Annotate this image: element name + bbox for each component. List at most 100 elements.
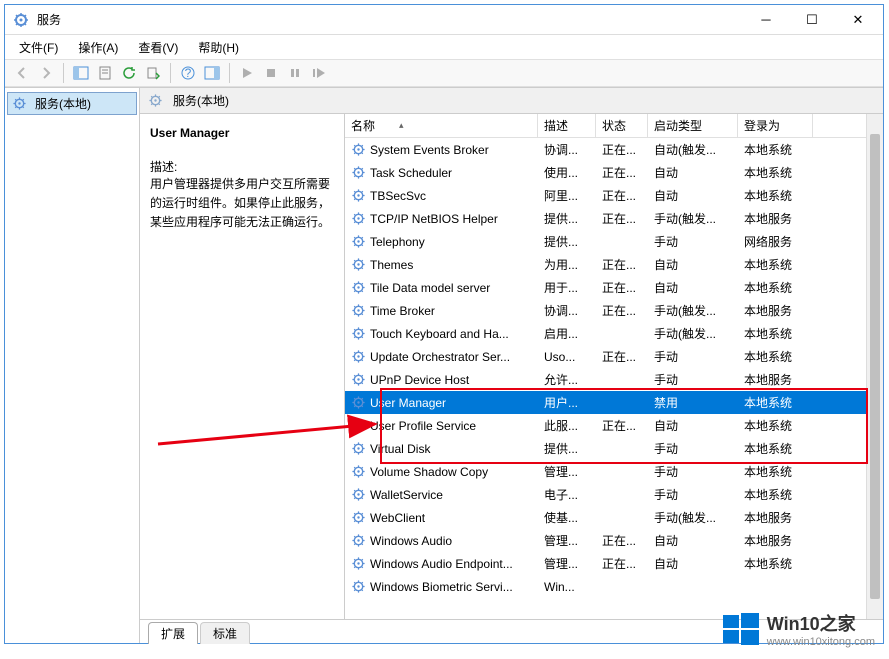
- gear-icon: [351, 234, 366, 249]
- gear-icon: [351, 487, 366, 502]
- cell-desc: 阿里...: [538, 187, 596, 204]
- help-button[interactable]: ?: [177, 62, 199, 84]
- gear-icon: [351, 510, 366, 525]
- cell-start: 手动(触发...: [648, 325, 738, 342]
- right-header: 服务(本地): [140, 88, 883, 114]
- cell-logon: 本地系统: [738, 141, 813, 158]
- back-button[interactable]: [11, 62, 33, 84]
- tab-standard[interactable]: 标准: [200, 622, 250, 644]
- cell-logon: 本地服务: [738, 210, 813, 227]
- cell-start: 手动: [648, 440, 738, 457]
- service-row[interactable]: Task Scheduler使用...正在...自动本地系统: [345, 161, 866, 184]
- win10-logo-icon: [721, 609, 761, 649]
- action-pane-button[interactable]: [201, 62, 223, 84]
- tree-root-label: 服务(本地): [35, 95, 91, 112]
- gear-icon: [351, 395, 366, 410]
- service-row[interactable]: Virtual Disk提供...手动本地系统: [345, 437, 866, 460]
- menubar: 文件(F) 操作(A) 查看(V) 帮助(H): [5, 35, 883, 59]
- col-header-start[interactable]: 启动类型: [648, 114, 738, 137]
- service-row[interactable]: User Profile Service此服...正在...自动本地系统: [345, 414, 866, 437]
- export-button[interactable]: [142, 62, 164, 84]
- service-row[interactable]: Time Broker协调...正在...手动(触发...本地服务: [345, 299, 866, 322]
- maximize-button[interactable]: ☐: [789, 5, 835, 35]
- cell-desc: 管理...: [538, 532, 596, 549]
- cell-desc: 用于...: [538, 279, 596, 296]
- tab-extended[interactable]: 扩展: [148, 622, 198, 644]
- menu-action[interactable]: 操作(A): [70, 37, 126, 58]
- gear-icon: [351, 418, 366, 433]
- col-header-logon[interactable]: 登录为: [738, 114, 813, 137]
- cell-name: Touch Keyboard and Ha...: [345, 326, 538, 341]
- cell-start: 自动: [648, 279, 738, 296]
- service-row[interactable]: Touch Keyboard and Ha...启用...手动(触发...本地系…: [345, 322, 866, 345]
- service-row[interactable]: TCP/IP NetBIOS Helper提供...正在...手动(触发...本…: [345, 207, 866, 230]
- menu-file[interactable]: 文件(F): [11, 37, 66, 58]
- show-hide-tree-button[interactable]: [70, 62, 92, 84]
- list-body[interactable]: System Events Broker协调...正在...自动(触发...本地…: [345, 138, 866, 619]
- service-row[interactable]: UPnP Device Host允许...手动本地服务: [345, 368, 866, 391]
- tree-root-item[interactable]: 服务(本地): [7, 92, 137, 115]
- service-row[interactable]: Telephony提供...手动网络服务: [345, 230, 866, 253]
- cell-desc: 协调...: [538, 141, 596, 158]
- cell-name: Update Orchestrator Ser...: [345, 349, 538, 364]
- stop-service-button[interactable]: [260, 62, 282, 84]
- col-header-desc[interactable]: 描述: [538, 114, 596, 137]
- service-row[interactable]: WalletService电子...手动本地系统: [345, 483, 866, 506]
- close-button[interactable]: ✕: [835, 5, 881, 35]
- gear-icon: [351, 556, 366, 571]
- service-row[interactable]: Windows Biometric Servi...Win...: [345, 575, 866, 598]
- pause-service-button[interactable]: [284, 62, 306, 84]
- cell-desc: 允许...: [538, 371, 596, 388]
- cell-logon: 本地服务: [738, 509, 813, 526]
- cell-desc: 提供...: [538, 233, 596, 250]
- svg-text:?: ?: [185, 66, 192, 80]
- cell-start: 手动(触发...: [648, 302, 738, 319]
- vertical-scrollbar[interactable]: [866, 114, 883, 619]
- restart-service-button[interactable]: [308, 62, 330, 84]
- service-row[interactable]: System Events Broker协调...正在...自动(触发...本地…: [345, 138, 866, 161]
- service-row[interactable]: TBSecSvc阿里...正在...自动本地系统: [345, 184, 866, 207]
- properties-button[interactable]: [94, 62, 116, 84]
- cell-logon: 本地服务: [738, 302, 813, 319]
- cell-start: 手动: [648, 371, 738, 388]
- cell-name: Volume Shadow Copy: [345, 464, 538, 479]
- col-header-name[interactable]: 名称▴: [345, 114, 538, 137]
- start-service-button[interactable]: [236, 62, 258, 84]
- list-header: 名称▴ 描述 状态 启动类型 登录为: [345, 114, 866, 138]
- cell-status: 正在...: [596, 187, 648, 204]
- cell-logon: 本地系统: [738, 348, 813, 365]
- detail-desc-label: 描述:: [150, 158, 334, 175]
- cell-desc: 使用...: [538, 164, 596, 181]
- service-row[interactable]: User Manager用户...禁用本地系统: [345, 391, 866, 414]
- col-header-status[interactable]: 状态: [596, 114, 648, 137]
- cell-desc: 电子...: [538, 486, 596, 503]
- refresh-button[interactable]: [118, 62, 140, 84]
- service-row[interactable]: Update Orchestrator Ser...Uso...正在...手动本…: [345, 345, 866, 368]
- cell-desc: 此服...: [538, 417, 596, 434]
- cell-desc: 用户...: [538, 394, 596, 411]
- forward-button[interactable]: [35, 62, 57, 84]
- cell-name: Windows Biometric Servi...: [345, 579, 538, 594]
- service-row[interactable]: Windows Audio管理...正在...自动本地服务: [345, 529, 866, 552]
- gear-icon: [351, 464, 366, 479]
- detail-pane: User Manager 描述: 用户管理器提供多用户交互所需要的运行时组件。如…: [140, 114, 345, 619]
- service-row[interactable]: Themes为用...正在...自动本地系统: [345, 253, 866, 276]
- service-row[interactable]: Windows Audio Endpoint...管理...正在...自动本地系…: [345, 552, 866, 575]
- cell-name: User Manager: [345, 395, 538, 410]
- service-row[interactable]: Tile Data model server用于...正在...自动本地系统: [345, 276, 866, 299]
- right-pane: 服务(本地) User Manager 描述: 用户管理器提供多用户交互所需要的…: [140, 88, 883, 643]
- watermark: Win10之家 www.win10xitong.com: [721, 609, 875, 649]
- cell-logon: 本地系统: [738, 463, 813, 480]
- gear-icon: [351, 257, 366, 272]
- gear-icon: [351, 533, 366, 548]
- menu-help[interactable]: 帮助(H): [190, 37, 247, 58]
- window-controls: ─ ☐ ✕: [743, 5, 881, 35]
- cell-status: 正在...: [596, 555, 648, 572]
- cell-start: 手动(触发...: [648, 509, 738, 526]
- menu-view[interactable]: 查看(V): [130, 37, 186, 58]
- minimize-button[interactable]: ─: [743, 5, 789, 35]
- cell-status: 正在...: [596, 210, 648, 227]
- watermark-url: www.win10xitong.com: [767, 636, 875, 648]
- service-row[interactable]: Volume Shadow Copy管理...手动本地系统: [345, 460, 866, 483]
- service-row[interactable]: WebClient使基...手动(触发...本地服务: [345, 506, 866, 529]
